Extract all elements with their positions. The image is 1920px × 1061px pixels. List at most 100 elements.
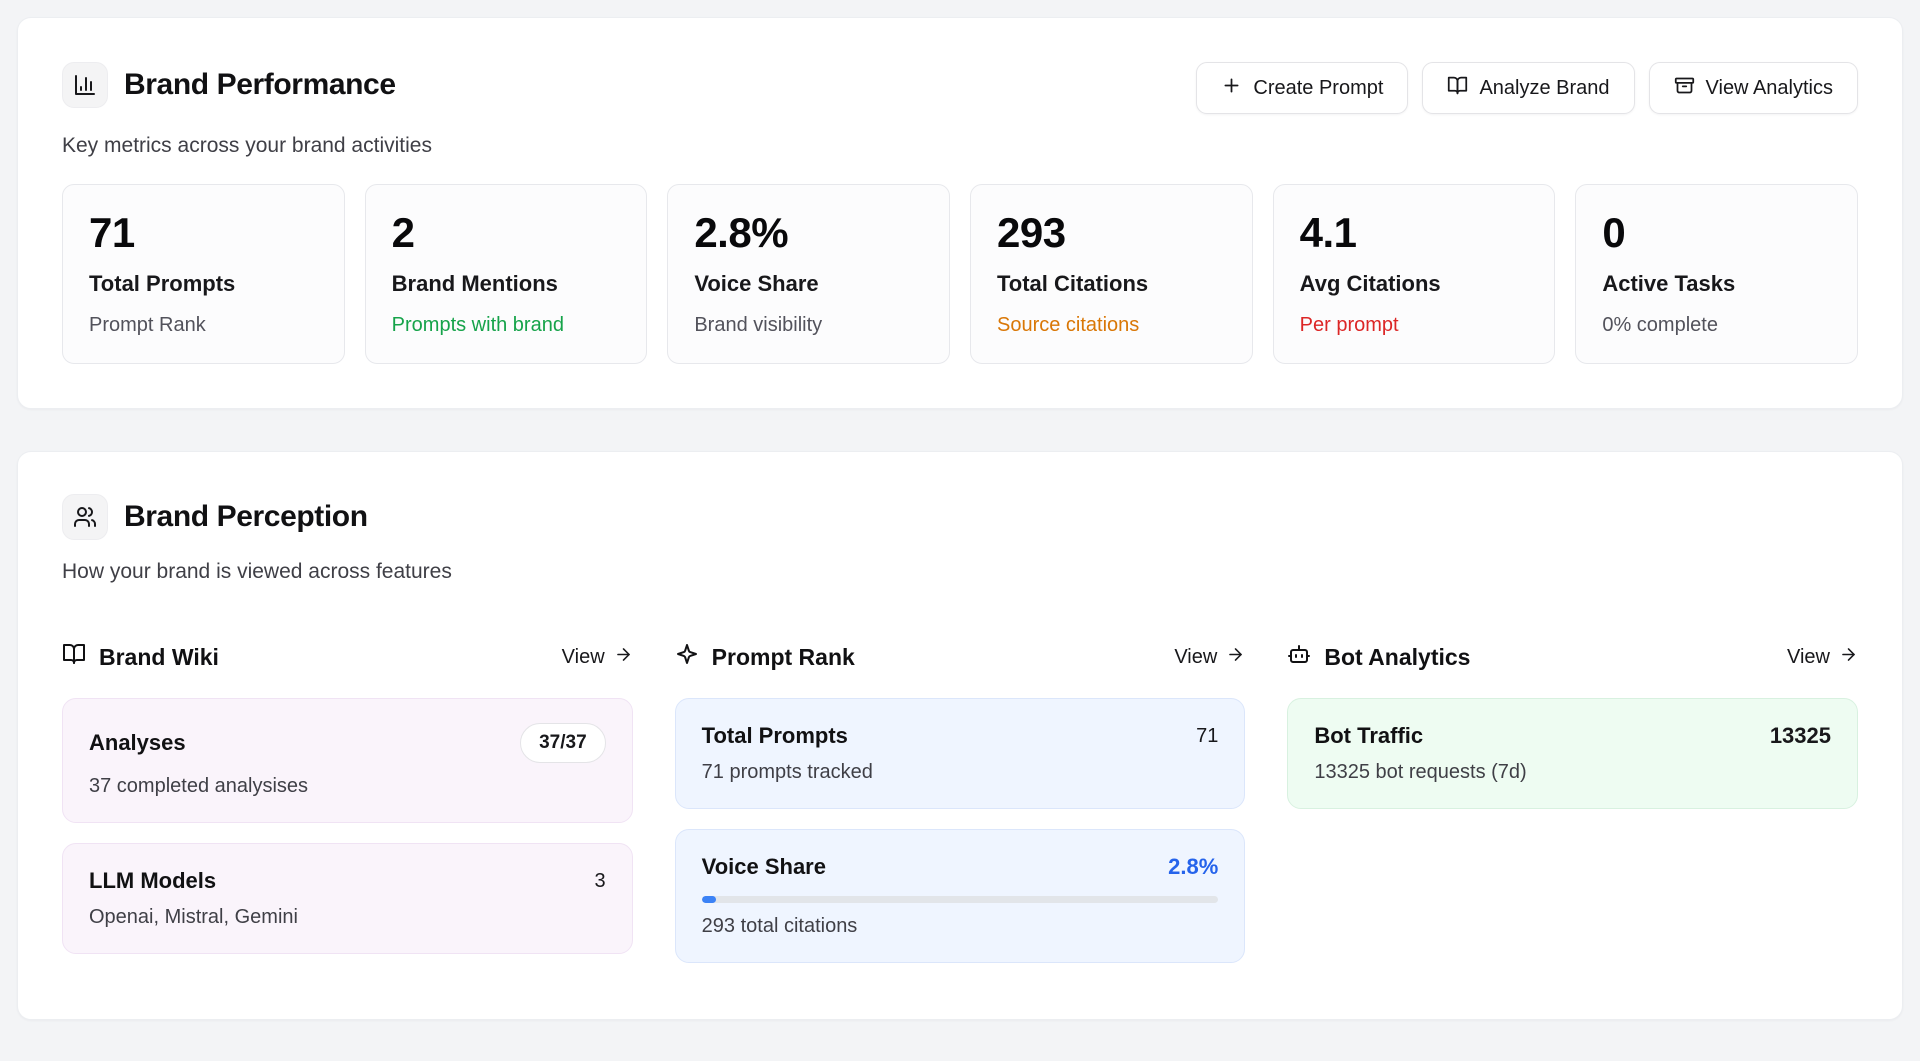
llm-models-tile-row: LLM Models 3 xyxy=(89,868,606,894)
metric-label: Brand Mentions xyxy=(392,271,621,297)
bot-traffic-sub: 13325 bot requests (7d) xyxy=(1314,761,1831,784)
metric-sub: Prompt Rank xyxy=(89,314,318,337)
brand-performance-card: Brand Performance Create Prompt Analyze … xyxy=(17,17,1903,409)
llm-models-value: 3 xyxy=(595,870,606,893)
voice-share-sub: 293 total citations xyxy=(702,915,1219,938)
metric-label: Voice Share xyxy=(694,271,923,297)
prompt-rank-header: Prompt Rank View xyxy=(675,642,1246,672)
prompt-rank-title-group: Prompt Rank xyxy=(675,642,855,672)
analyze-brand-button[interactable]: Analyze Brand xyxy=(1422,62,1634,114)
metric-voice-share: 2.8% Voice Share Brand visibility xyxy=(667,184,950,364)
llm-models-sub: Openai, Mistral, Gemini xyxy=(89,906,606,929)
header-actions: Create Prompt Analyze Brand View Analyti… xyxy=(1196,62,1858,114)
metrics-row: 71 Total Prompts Prompt Rank 2 Brand Men… xyxy=(62,184,1858,364)
sparkles-icon xyxy=(675,642,699,672)
metric-sub: Source citations xyxy=(997,314,1226,337)
arrow-right-icon xyxy=(1839,645,1858,670)
page-title: Brand Performance xyxy=(124,68,396,102)
book-icon xyxy=(62,642,86,672)
analyses-badge: 37/37 xyxy=(520,723,606,763)
prompt-rank-view-link[interactable]: View xyxy=(1174,645,1245,670)
perception-columns: Brand Wiki View Analyses 37/37 37 compl xyxy=(62,642,1858,963)
brand-perception-header: Brand Perception xyxy=(62,494,1858,540)
metric-sub: Per prompt xyxy=(1300,314,1529,337)
bot-analytics-title-group: Bot Analytics xyxy=(1287,642,1470,672)
metric-avg-citations: 4.1 Avg Citations Per prompt xyxy=(1273,184,1556,364)
total-prompts-tile: Total Prompts 71 71 prompts tracked xyxy=(675,698,1246,809)
analyses-tile-row: Analyses 37/37 xyxy=(89,723,606,763)
brand-performance-title-group: Brand Performance xyxy=(62,62,396,108)
section-title: Brand Perception xyxy=(124,500,368,534)
bar-chart-icon xyxy=(62,62,108,108)
bot-traffic-value: 13325 xyxy=(1770,723,1831,749)
metric-sub: 0% complete xyxy=(1602,314,1831,337)
metric-sub: Prompts with brand xyxy=(392,314,621,337)
analyze-brand-label: Analyze Brand xyxy=(1479,77,1609,100)
voice-share-value: 2.8% xyxy=(1168,854,1218,880)
metric-label: Active Tasks xyxy=(1602,271,1831,297)
bot-icon xyxy=(1287,642,1311,672)
brand-wiki-header: Brand Wiki View xyxy=(62,642,633,672)
voice-share-tile: Voice Share 2.8% 293 total citations xyxy=(675,829,1246,963)
metric-value: 71 xyxy=(89,211,318,255)
metric-value: 293 xyxy=(997,211,1226,255)
create-prompt-label: Create Prompt xyxy=(1253,77,1383,100)
metric-value: 2.8% xyxy=(694,211,923,255)
bot-analytics-title: Bot Analytics xyxy=(1324,644,1470,671)
prompt-rank-title: Prompt Rank xyxy=(712,644,855,671)
llm-models-tile: LLM Models 3 Openai, Mistral, Gemini xyxy=(62,843,633,954)
voice-share-title: Voice Share xyxy=(702,854,826,880)
voice-share-progress-fill xyxy=(702,896,716,903)
voice-share-tile-row: Voice Share 2.8% xyxy=(702,854,1219,880)
total-prompts-sub: 71 prompts tracked xyxy=(702,761,1219,784)
bot-analytics-view-link[interactable]: View xyxy=(1787,645,1858,670)
metric-label: Total Citations xyxy=(997,271,1226,297)
bot-traffic-tile-row: Bot Traffic 13325 xyxy=(1314,723,1831,749)
view-label: View xyxy=(1787,646,1830,669)
book-icon xyxy=(1447,75,1468,102)
analyses-title: Analyses xyxy=(89,730,186,756)
metric-active-tasks: 0 Active Tasks 0% complete xyxy=(1575,184,1858,364)
view-label: View xyxy=(562,646,605,669)
bot-traffic-title: Bot Traffic xyxy=(1314,723,1423,749)
plus-icon xyxy=(1221,75,1242,102)
metric-label: Avg Citations xyxy=(1300,271,1529,297)
metric-total-citations: 293 Total Citations Source citations xyxy=(970,184,1253,364)
total-prompts-tile-row: Total Prompts 71 xyxy=(702,723,1219,749)
bot-analytics-column: Bot Analytics View Bot Traffic 13325 13 xyxy=(1287,642,1858,963)
metric-brand-mentions: 2 Brand Mentions Prompts with brand xyxy=(365,184,648,364)
metric-value: 2 xyxy=(392,211,621,255)
bot-analytics-header: Bot Analytics View xyxy=(1287,642,1858,672)
total-prompts-title: Total Prompts xyxy=(702,723,848,749)
users-icon xyxy=(62,494,108,540)
metric-value: 4.1 xyxy=(1300,211,1529,255)
brand-perception-subtitle: How your brand is viewed across features xyxy=(62,560,1858,584)
metric-sub: Brand visibility xyxy=(694,314,923,337)
brand-wiki-title: Brand Wiki xyxy=(99,644,219,671)
archive-icon xyxy=(1674,75,1695,102)
analyses-sub: 37 completed analysises xyxy=(89,775,606,798)
brand-wiki-column: Brand Wiki View Analyses 37/37 37 compl xyxy=(62,642,633,963)
brand-wiki-view-link[interactable]: View xyxy=(562,645,633,670)
brand-performance-header: Brand Performance Create Prompt Analyze … xyxy=(62,62,1858,114)
llm-models-title: LLM Models xyxy=(89,868,216,894)
prompt-rank-column: Prompt Rank View Total Prompts 71 71 pr xyxy=(675,642,1246,963)
brand-perception-card: Brand Perception How your brand is viewe… xyxy=(17,451,1903,1020)
brand-perception-title-group: Brand Perception xyxy=(62,494,368,540)
arrow-right-icon xyxy=(614,645,633,670)
dashboard-page: Brand Performance Create Prompt Analyze … xyxy=(0,0,1920,1037)
bot-traffic-tile: Bot Traffic 13325 13325 bot requests (7d… xyxy=(1287,698,1858,809)
view-label: View xyxy=(1174,646,1217,669)
arrow-right-icon xyxy=(1226,645,1245,670)
brand-wiki-title-group: Brand Wiki xyxy=(62,642,219,672)
total-prompts-value: 71 xyxy=(1196,725,1218,748)
voice-share-progress-track xyxy=(702,896,1219,903)
view-analytics-button[interactable]: View Analytics xyxy=(1649,62,1858,114)
brand-performance-subtitle: Key metrics across your brand activities xyxy=(62,134,1858,158)
metric-value: 0 xyxy=(1602,211,1831,255)
create-prompt-button[interactable]: Create Prompt xyxy=(1196,62,1408,114)
view-analytics-label: View Analytics xyxy=(1706,77,1833,100)
metric-label: Total Prompts xyxy=(89,271,318,297)
metric-total-prompts: 71 Total Prompts Prompt Rank xyxy=(62,184,345,364)
analyses-tile: Analyses 37/37 37 completed analysises xyxy=(62,698,633,823)
